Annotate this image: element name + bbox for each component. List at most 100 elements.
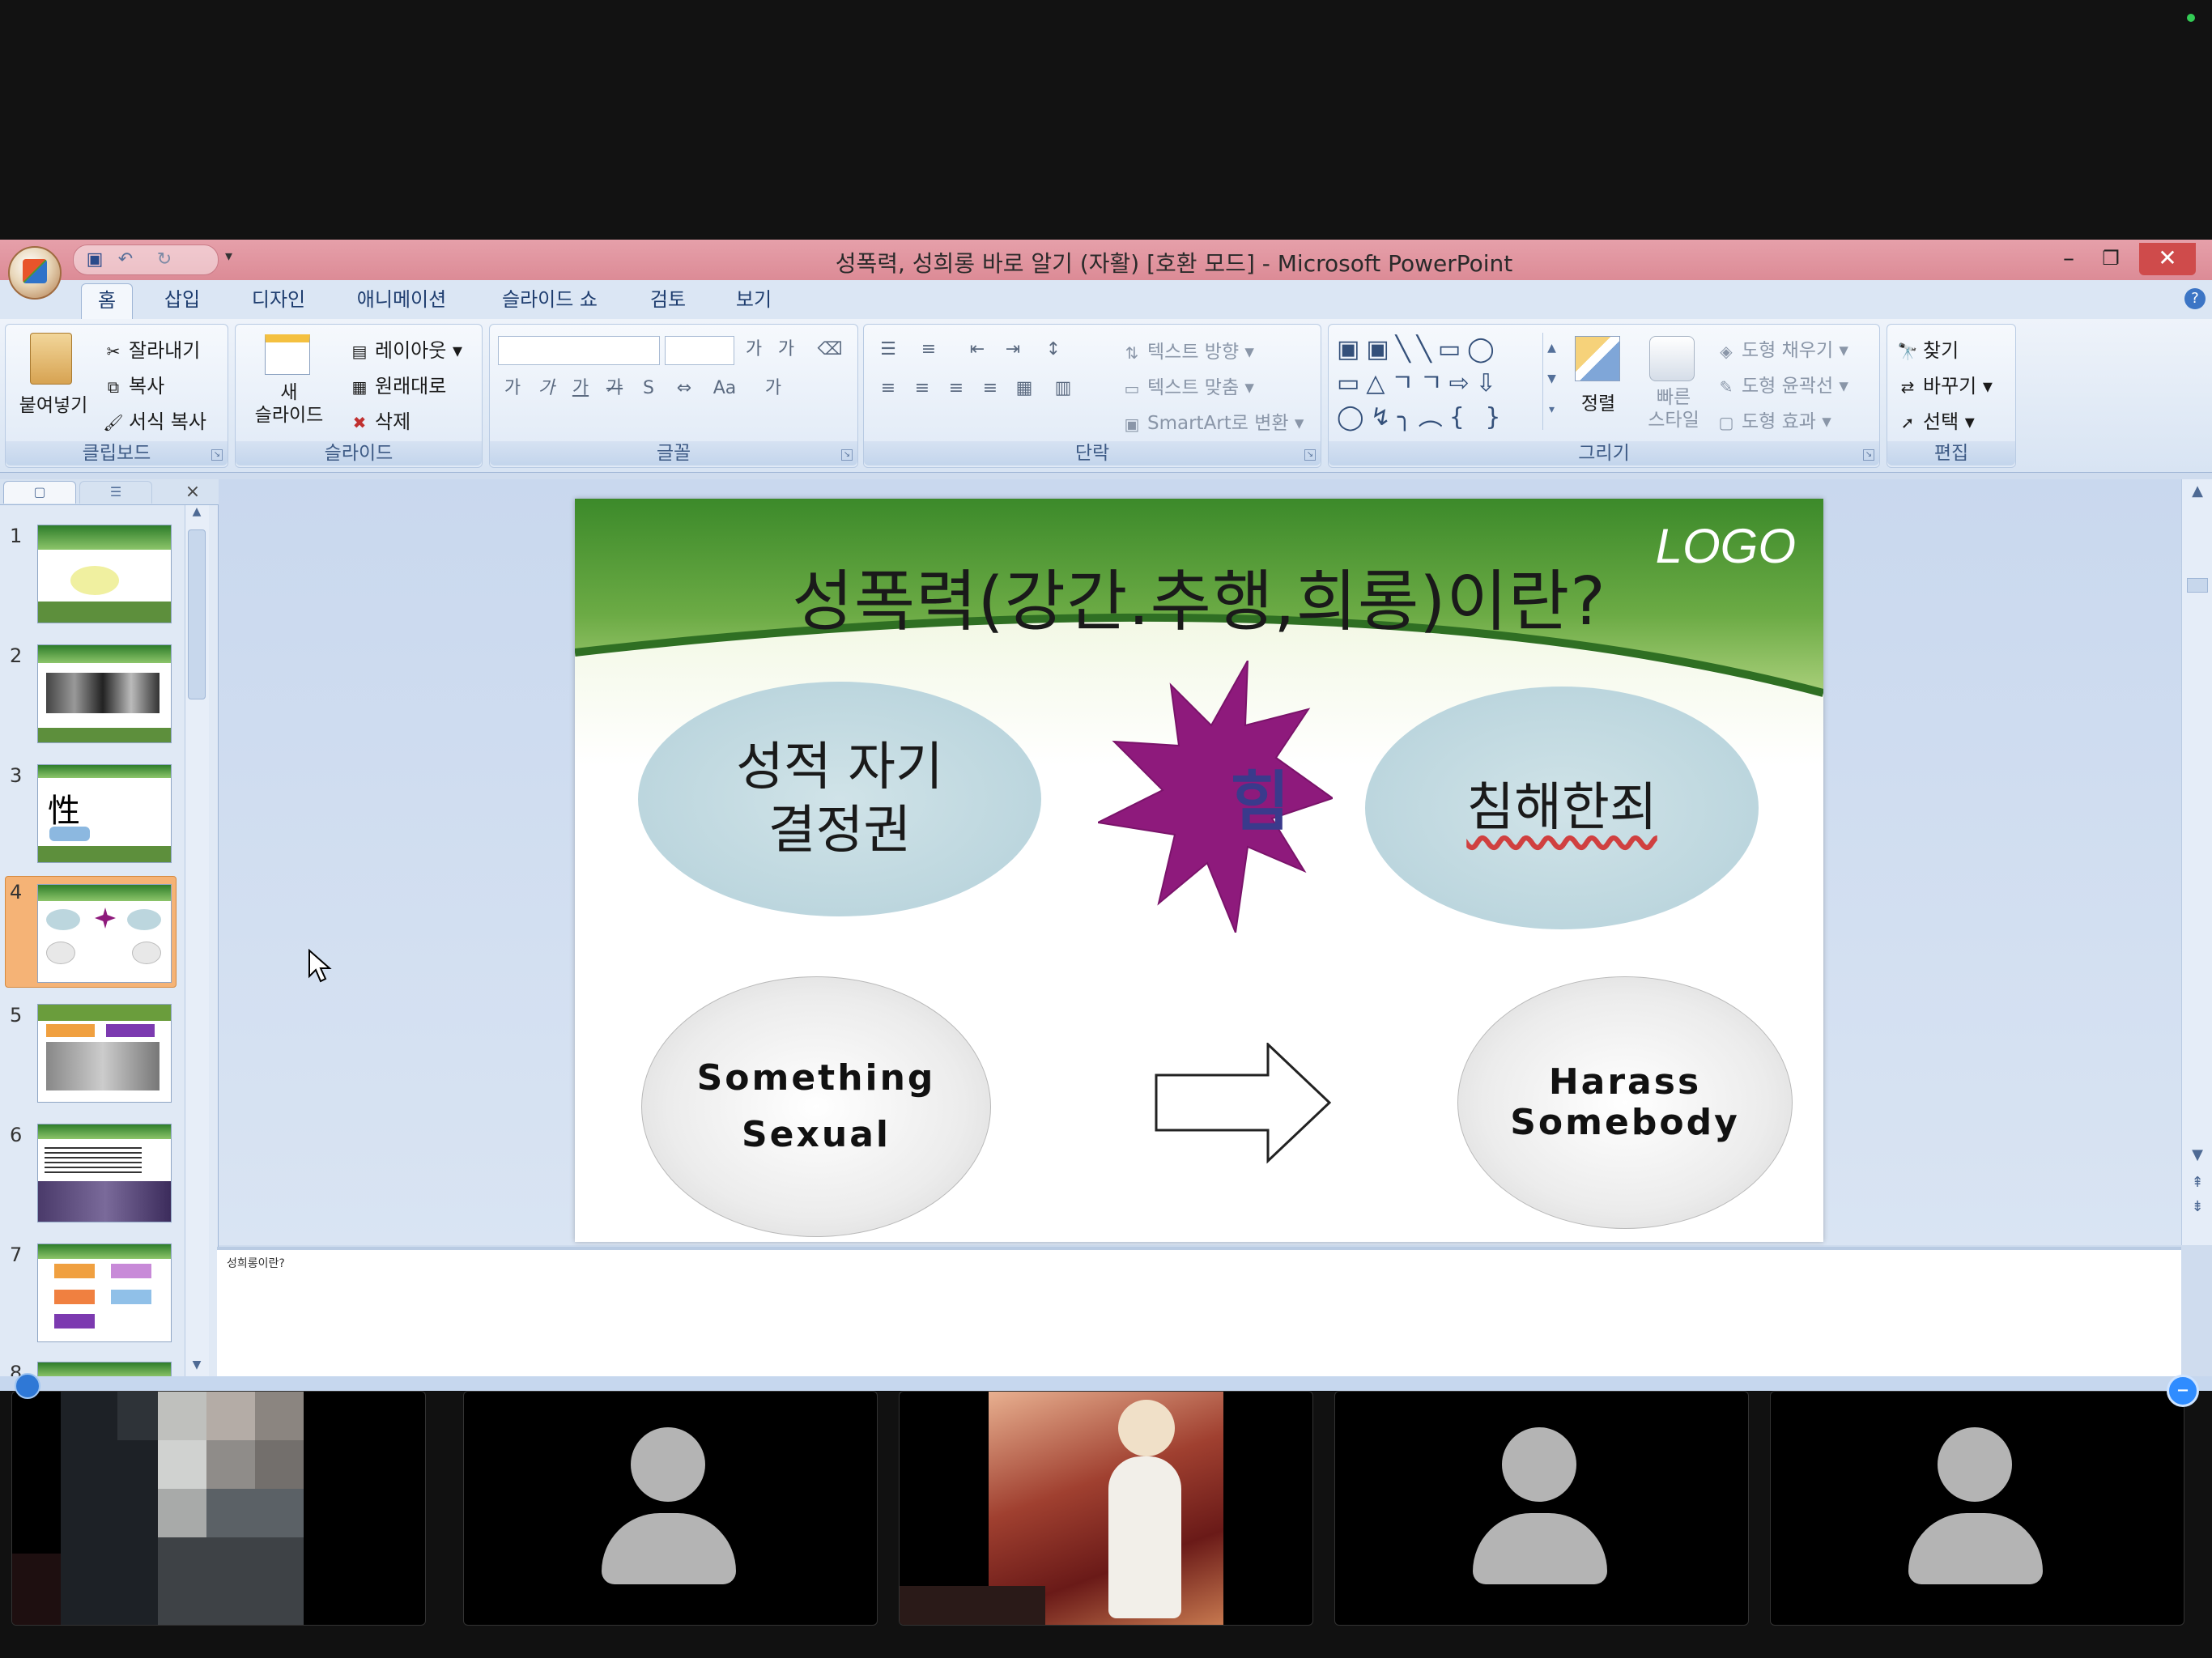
align-center-icon[interactable]: ≡ [906, 375, 938, 402]
slide-thumbnail[interactable] [37, 525, 172, 623]
align-right-icon[interactable]: ≡ [940, 375, 972, 402]
slide-thumbnail[interactable] [37, 1004, 172, 1103]
slide-canvas[interactable]: 성폭력(강간.추행,희롱)이란? LOGO 성적 자기 결정권 힘 침해한죄 S… [575, 499, 1823, 1242]
tab-insert[interactable]: 삽입 [154, 283, 211, 319]
participant-tile[interactable] [1770, 1391, 2184, 1626]
numbering-icon[interactable]: ≡ [912, 336, 945, 363]
notes-pane[interactable]: 성희롱이란? [217, 1247, 2181, 1380]
right-arrow-icon[interactable] [1155, 1043, 1333, 1164]
tab-animations[interactable]: 애니메이션 [345, 283, 458, 319]
scroll-up-icon[interactable]: ▲ [185, 505, 208, 525]
next-slide-icon[interactable]: ⇟ [2182, 1195, 2212, 1219]
columns-icon[interactable]: ▥ [1047, 375, 1079, 402]
panel-close-icon[interactable]: × [183, 481, 202, 504]
tab-design[interactable]: 디자인 [240, 283, 317, 319]
power-starburst[interactable]: 힘 [1095, 660, 1335, 936]
layout-button[interactable]: ▤ 레이아웃 ▾ [349, 334, 462, 363]
decrease-indent-icon[interactable]: ⇤ [961, 336, 993, 363]
find-button[interactable]: 🔭 찾기 [1897, 334, 1959, 363]
delete-button[interactable]: ✖ 삭제 [349, 406, 411, 434]
previous-slide-icon[interactable]: ⇞ [2182, 1171, 2212, 1195]
increase-indent-icon[interactable]: ⇥ [997, 336, 1029, 363]
harass-somebody-ellipse[interactable]: Harass Somebody [1457, 976, 1793, 1229]
slide-thumbnail[interactable]: 性 [37, 764, 172, 863]
tab-slideshow[interactable]: 슬라이드 쇼 [491, 283, 609, 319]
shape-outline-button[interactable]: ✎ 도형 윤곽선 ▾ [1716, 370, 1848, 397]
undo-icon[interactable]: ↶ [116, 251, 135, 269]
meeting-info-icon[interactable] [15, 1373, 40, 1399]
thumbnail-scrollbar[interactable]: ▲ ▼ [185, 505, 209, 1381]
replace-button[interactable]: ⇄ 바꾸기 ▾ [1897, 370, 1993, 398]
select-button[interactable]: ➚ 선택 ▾ [1897, 406, 1975, 434]
font-color-icon[interactable]: 가 [757, 375, 789, 402]
shapes-gallery-scroll[interactable]: ▲ ▼ ▾ [1542, 333, 1560, 430]
bold-icon[interactable]: 가 [496, 375, 529, 402]
grow-font-icon[interactable]: 가 [738, 336, 770, 363]
quick-styles-button[interactable]: 빠른 스타일 [1633, 386, 1714, 432]
shapes-gallery[interactable]: ▣▣╲╲▭◯ ▭△ㄱㄱ⇨⇩ ◯↯╮︵{ } [1337, 333, 1547, 432]
text-direction-button[interactable]: ⇅ 텍스트 방향 ▾ [1121, 336, 1254, 363]
distribute-icon[interactable]: ▦ [1008, 375, 1040, 402]
tab-home[interactable]: 홈 [81, 283, 133, 319]
align-text-button[interactable]: ▭ 텍스트 맞춤 ▾ [1121, 372, 1254, 399]
clear-format-icon[interactable]: ⌫ [814, 336, 846, 363]
violation-ellipse[interactable]: 침해한죄 [1365, 687, 1759, 929]
outline-tab[interactable]: ☰ [79, 481, 152, 504]
participant-tile[interactable] [899, 1391, 1313, 1626]
scroll-down-icon[interactable]: ▼ [2182, 1143, 2212, 1167]
spacing-icon[interactable]: ⇔ [668, 375, 700, 402]
notes-text[interactable]: 성희롱이란? [227, 1255, 713, 1273]
restore-button[interactable]: ❐ [2082, 243, 2139, 275]
self-determination-ellipse[interactable]: 성적 자기 결정권 [638, 682, 1041, 916]
slide-thumbnail[interactable] [37, 1244, 172, 1342]
vertical-scrollbar[interactable]: ▲ ▼ ⇞ ⇟ [2181, 479, 2212, 1245]
font-dialog-launcher-icon[interactable]: ↘ [841, 449, 853, 461]
shrink-font-icon[interactable]: 가 [770, 336, 802, 363]
slide-thumbnail[interactable] [37, 884, 172, 983]
participant-tile[interactable] [463, 1391, 878, 1626]
shadow-icon[interactable]: S [632, 375, 665, 402]
smartart-button[interactable]: ▣ SmartArt로 변환 ▾ [1121, 407, 1304, 435]
help-icon[interactable]: ? [2184, 288, 2206, 309]
close-button[interactable]: ✕ [2139, 243, 2196, 275]
cut-button[interactable]: ✂ 잘라내기 [103, 334, 201, 363]
arrange-button[interactable]: 정렬 [1572, 388, 1625, 415]
tab-review[interactable]: 검토 [640, 283, 696, 319]
shape-effects-button[interactable]: ▢ 도형 효과 ▾ [1716, 406, 1831, 433]
drawing-dialog-launcher-icon[interactable]: ↘ [1863, 449, 1874, 461]
slide-thumbnail[interactable] [37, 644, 172, 743]
participant-tile[interactable] [11, 1391, 426, 1626]
strikethrough-icon[interactable]: 가 [598, 375, 631, 402]
dialog-launcher-icon[interactable]: ↘ [211, 449, 223, 461]
format-painter-button[interactable]: 🖌 서식 복사 [103, 406, 206, 434]
scroll-up-icon[interactable]: ▲ [2182, 479, 2212, 504]
paragraph-dialog-launcher-icon[interactable]: ↘ [1304, 449, 1316, 461]
new-slide-button[interactable]: 새 슬라이드 [240, 381, 338, 427]
line-spacing-icon[interactable]: ↕ [1037, 336, 1070, 363]
scrollbar-thumb[interactable] [2187, 578, 2208, 593]
font-name-select[interactable] [498, 336, 660, 365]
font-size-select[interactable] [665, 336, 734, 365]
redo-icon[interactable]: ↻ [155, 251, 174, 269]
slide-thumbnail[interactable] [37, 1124, 172, 1222]
italic-icon[interactable]: 가 [530, 375, 563, 402]
office-button[interactable] [8, 246, 62, 300]
justify-icon[interactable]: ≡ [974, 375, 1006, 402]
participant-tile[interactable] [1334, 1391, 1749, 1626]
customize-qat-icon[interactable]: ▾ [225, 248, 241, 267]
bullets-icon[interactable]: ☰ [872, 336, 904, 363]
save-icon[interactable]: ▣ [85, 251, 104, 269]
copy-button[interactable]: ⧉ 복사 [103, 370, 164, 398]
align-left-icon[interactable]: ≡ [872, 375, 904, 402]
slides-tab[interactable]: ▢ [3, 481, 76, 504]
collapse-strip-button[interactable]: – [2167, 1375, 2199, 1407]
slide-title[interactable]: 성폭력(강간.추행,희롱)이란? [575, 547, 1823, 640]
reset-button[interactable]: ▦ 원래대로 [349, 370, 447, 398]
scrollbar-thumb[interactable] [188, 529, 206, 699]
tab-view[interactable]: 보기 [725, 283, 782, 319]
change-case-icon[interactable]: Aa [708, 375, 741, 402]
underline-icon[interactable]: 가 [564, 375, 597, 402]
something-sexual-ellipse[interactable]: Something Sexual [641, 976, 991, 1237]
shape-fill-button[interactable]: ◈ 도형 채우기 ▾ [1716, 334, 1848, 362]
scroll-down-icon[interactable]: ▼ [185, 1358, 208, 1378]
